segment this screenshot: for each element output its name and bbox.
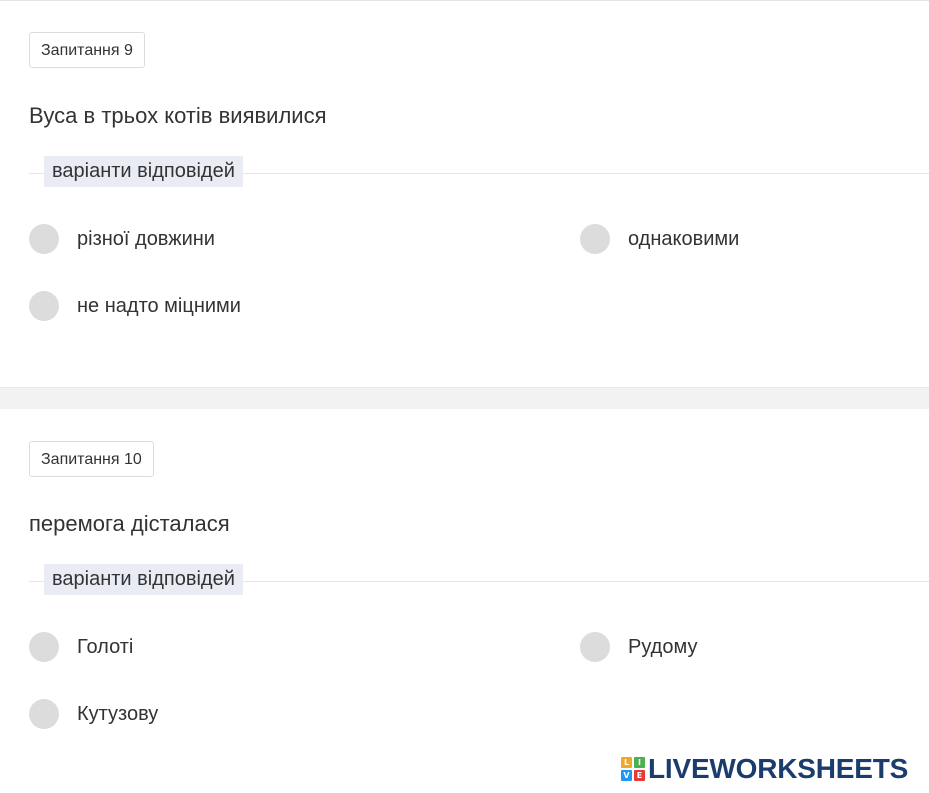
- answer-option[interactable]: різної довжини: [29, 223, 215, 255]
- answer-label: Голоті: [77, 635, 134, 658]
- answer-label: не надто міцними: [77, 294, 241, 317]
- radio-button[interactable]: [580, 632, 610, 662]
- logo-mark-icon: L I V E: [621, 757, 645, 781]
- question-text: перемога дісталася: [29, 511, 230, 536]
- radio-button[interactable]: [29, 632, 59, 662]
- logo-block: E: [634, 770, 645, 781]
- answer-option[interactable]: не надто міцними: [29, 290, 241, 322]
- radio-button[interactable]: [29, 291, 59, 321]
- answer-option[interactable]: Кутузову: [29, 698, 158, 730]
- answers-legend: варіанти відповідей: [44, 156, 243, 187]
- question-card-10: Запитання 10 перемога дісталася варіанти…: [0, 409, 929, 793]
- answer-label: різної довжини: [77, 227, 215, 250]
- radio-button[interactable]: [29, 224, 59, 254]
- question-number-badge: Запитання 10: [29, 441, 154, 477]
- question-separator: [0, 387, 929, 409]
- answer-option[interactable]: Рудому: [580, 631, 697, 663]
- answer-option[interactable]: Голоті: [29, 631, 133, 663]
- logo-block: L: [621, 757, 632, 768]
- logo-block: V: [621, 770, 632, 781]
- answer-label: однаковими: [628, 227, 740, 250]
- answers-legend: варіанти відповідей: [44, 564, 243, 595]
- answer-option[interactable]: однаковими: [580, 223, 739, 255]
- radio-button[interactable]: [29, 699, 59, 729]
- question-number-badge: Запитання 9: [29, 32, 145, 68]
- logo-block: I: [634, 757, 645, 768]
- answer-label: Рудому: [628, 635, 698, 658]
- liveworksheets-logo[interactable]: L I V E LIVEWORKSHEETS: [621, 753, 908, 785]
- logo-wordmark: LIVEWORKSHEETS: [648, 753, 909, 784]
- answer-label: Кутузову: [77, 702, 159, 725]
- question-text: Вуса в трьох котів виявилися: [29, 103, 327, 128]
- radio-button[interactable]: [580, 224, 610, 254]
- question-card-9: Запитання 9 Вуса в трьох котів виявилися…: [0, 0, 929, 387]
